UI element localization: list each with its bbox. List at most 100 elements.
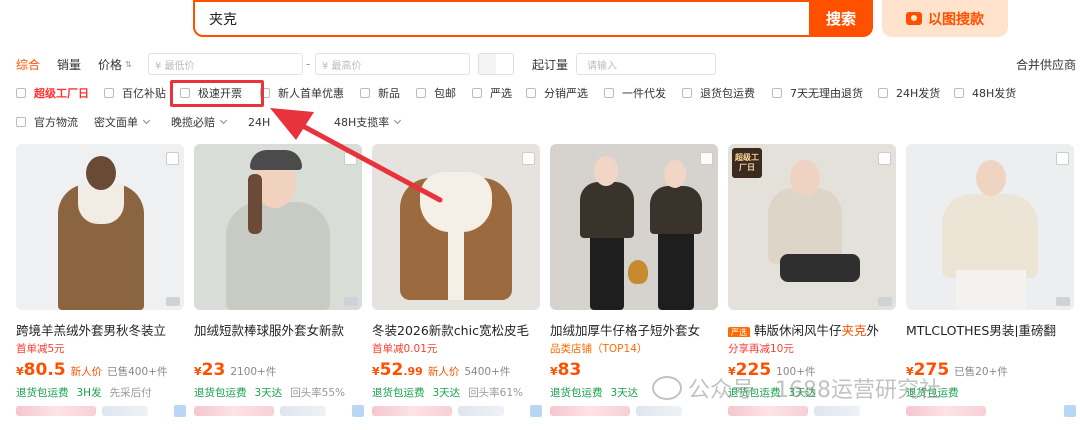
checkbox[interactable] [526, 88, 536, 98]
filter-row-1: 超级工厂日 百亿补贴 极速开票 新人首单优惠 新品 包邮 严选 分销严选 一件代… [0, 83, 1080, 103]
filter-row-2: 官方物流 密文面单 晚揽必赔 24H 48H支揽率 [0, 112, 1080, 132]
filter-24h[interactable]: 24H发货 [878, 83, 940, 103]
figure-right-head [664, 160, 686, 188]
checkbox[interactable] [16, 88, 26, 98]
checkbox[interactable] [954, 88, 964, 98]
checkbox[interactable] [604, 88, 614, 98]
figure-left-coat [580, 182, 634, 238]
annotation-arrow-icon [270, 108, 443, 203]
product-price: ¥80.5 [16, 360, 66, 380]
checkbox[interactable] [772, 88, 782, 98]
product-title[interactable]: MTLCLOTHES男装|重磅翻 [906, 320, 1076, 337]
filter-selected[interactable]: 严选 [472, 83, 512, 103]
checkbox[interactable] [878, 88, 888, 98]
checkbox[interactable] [16, 117, 26, 127]
filter-official-logistics[interactable]: 官方物流 [16, 112, 78, 132]
product-title[interactable]: 严选 韩版休闲风牛仔夹克外 [728, 320, 898, 337]
select-checkbox[interactable] [878, 152, 891, 165]
product-image[interactable] [906, 144, 1074, 310]
filter-48h[interactable]: 48H发货 [954, 83, 1016, 103]
figure-collar [78, 184, 124, 224]
jacket-fur-placket [448, 214, 464, 300]
figure-coat [942, 194, 1038, 278]
sort-price-label: 价格 [98, 57, 123, 72]
store-info[interactable] [372, 404, 542, 417]
price-note: 新人价 [70, 366, 103, 378]
figure-head [86, 156, 116, 190]
product-image[interactable] [16, 144, 184, 310]
product-price: ¥83 [550, 360, 582, 380]
sold-count: 5400+件 [464, 366, 511, 378]
view-toggle[interactable] [478, 53, 514, 75]
product-promo [194, 341, 364, 355]
super-factory-badge: 超级工厂日 [732, 148, 762, 178]
select-checkbox[interactable] [522, 152, 535, 165]
product-title[interactable]: 加绒短款棒球服外套女新款 [194, 320, 364, 337]
checkbox[interactable] [416, 88, 426, 98]
wechat-icon [652, 376, 682, 400]
filter-return-shipping[interactable]: 退货包运费 [682, 83, 755, 103]
image-tag-icon [166, 297, 180, 306]
merge-supplier-toggle[interactable]: 合并供应商 [1016, 52, 1076, 76]
product-image[interactable] [550, 144, 718, 310]
filter-7day-return[interactable]: 7天无理由退货 [772, 83, 863, 103]
chevron-down-icon [142, 116, 151, 125]
chevron-down-icon [219, 116, 228, 125]
sort-sales[interactable]: 销量 [57, 52, 81, 76]
sort-bar: 综合 销量 价格 ⇅ ¥ 最低价 - ¥ 最高价 起订量 请输入 合并供应商 [0, 52, 1080, 76]
select-checkbox[interactable] [1056, 152, 1069, 165]
price-note: 新人价 [427, 366, 460, 378]
filter-subsidy[interactable]: 百亿补贴 [104, 83, 166, 103]
search-input[interactable]: 夹克 [193, 0, 809, 37]
select-checkbox[interactable] [700, 152, 713, 165]
sold-count: 2100+件 [230, 366, 277, 378]
service-tags: 退货包运费 3天达 回头率61% [372, 387, 524, 399]
product-image[interactable]: 超级工厂日 [728, 144, 896, 310]
price-separator: - [306, 57, 311, 71]
search-button[interactable]: 搜索 [809, 0, 873, 37]
store-info[interactable] [728, 404, 898, 417]
price-min-input[interactable]: ¥ 最低价 [148, 53, 303, 75]
figure-head [790, 160, 820, 196]
image-search-button[interactable]: 以图搜款 [882, 0, 1008, 37]
figure-head [976, 160, 1006, 196]
min-order-input[interactable]: 请输入 [576, 53, 716, 75]
product-promo [906, 341, 1076, 355]
checkbox[interactable] [682, 88, 692, 98]
product-price: ¥23 [194, 360, 226, 380]
image-tag-icon [878, 297, 892, 306]
select-checkbox[interactable] [166, 152, 179, 165]
store-info[interactable] [550, 404, 720, 417]
sold-count: 已售400+件 [107, 366, 168, 378]
filter-distribution[interactable]: 分销严选 [526, 83, 588, 103]
product-promo: 分享再减10元 [728, 343, 794, 355]
flame-icon [628, 260, 648, 284]
filter-late-pickup[interactable]: 晚揽必赔 [171, 112, 228, 132]
product-card[interactable]: 跨境羊羔绒外套男秋冬装立 首单减5元 ¥80.5 新人价 已售400+件 退货包运费… [16, 144, 186, 417]
product-title[interactable]: 冬装2026新款chic宽松皮毛 [372, 320, 542, 337]
sold-count: 已售20+件 [954, 366, 1008, 378]
store-info[interactable] [16, 404, 186, 417]
checkbox[interactable] [104, 88, 114, 98]
store-info[interactable] [194, 404, 364, 417]
product-title[interactable]: 跨境羊羔绒外套男秋冬装立 [16, 320, 186, 337]
figure-right-coat [650, 186, 702, 234]
product-promo: 首单减5元 [16, 343, 65, 355]
store-info[interactable] [906, 404, 1076, 417]
filter-secret-waybill[interactable]: 密文面单 [94, 112, 151, 132]
search-bar: 夹克 搜索 [193, 0, 873, 37]
checkbox[interactable] [360, 88, 370, 98]
service-tags: 退货包运费 3H发 先采后付 [16, 387, 152, 399]
filter-super-factory[interactable]: 超级工厂日 [16, 83, 89, 103]
checkbox[interactable] [472, 88, 482, 98]
sort-comprehensive[interactable]: 综合 [16, 52, 40, 76]
product-title[interactable]: 加绒加厚牛仔格子短外套女 [550, 320, 720, 337]
figure-pants [956, 270, 1026, 310]
min-order-label: 起订量 [532, 57, 569, 72]
filter-dropship[interactable]: 一件代发 [604, 83, 666, 103]
figure-legs [780, 254, 860, 282]
price-max-input[interactable]: ¥ 最高价 [315, 53, 470, 75]
product-price: ¥52.99 [372, 360, 423, 380]
sort-price[interactable]: 价格 ⇅ [98, 52, 132, 76]
selected-badge: 严选 [728, 327, 750, 337]
